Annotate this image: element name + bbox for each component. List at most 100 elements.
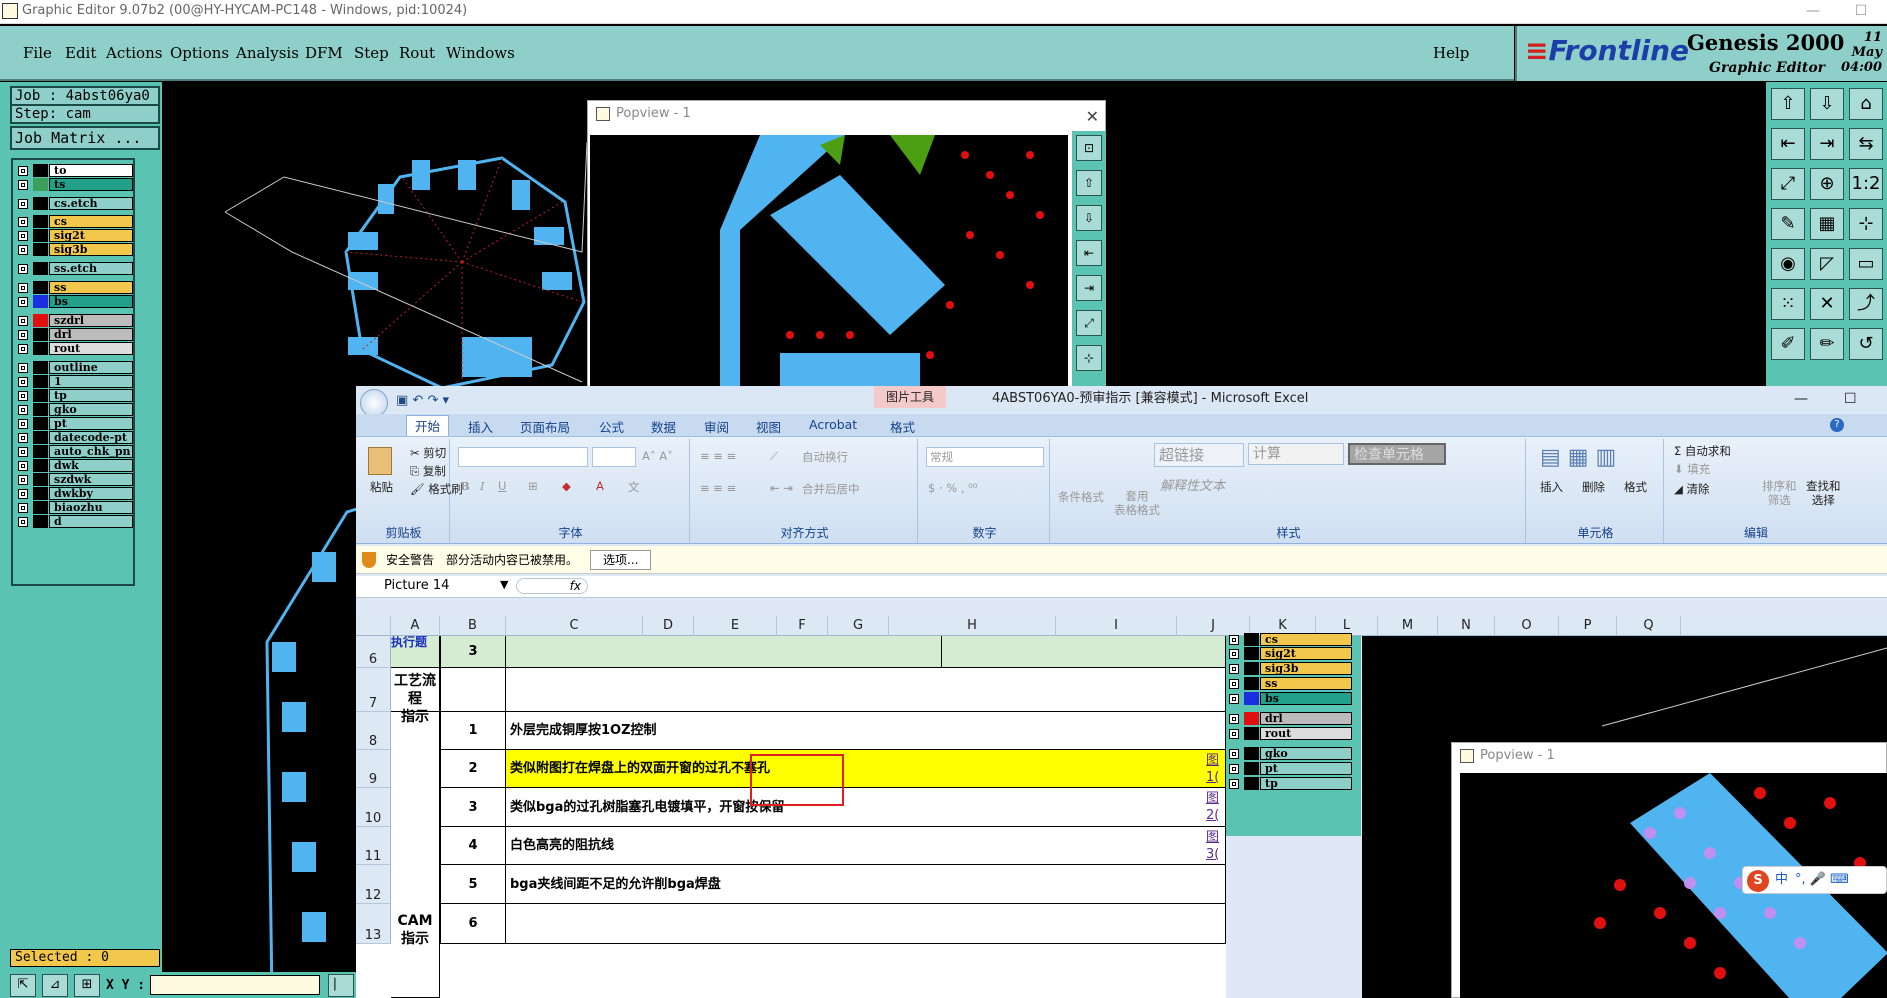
column-header[interactable]: N [1438,616,1495,636]
style-hyperlink[interactable]: 超链接 [1154,443,1244,467]
layer-checkbox[interactable] [1229,749,1239,759]
layer-checkbox[interactable] [18,419,28,429]
overlay-layer-row[interactable]: gko [1226,746,1352,761]
layer-name[interactable]: szdrl [49,314,133,327]
layer-name[interactable]: gko [1260,747,1352,760]
measure-icon[interactable]: ⊿ [42,974,68,997]
paste-button[interactable]: 粘贴 [370,479,393,495]
rotate-icon[interactable]: ↺ [1849,328,1883,360]
layer-row[interactable]: ss.etch [15,261,133,276]
layer-color-swatch[interactable] [1244,647,1259,660]
column-header[interactable]: G [828,616,889,636]
layer-name[interactable]: cs.etch [49,197,133,210]
popview-right-icon[interactable]: ⇥ [1076,275,1102,301]
layer-color-swatch[interactable] [33,262,48,275]
popview-left-icon[interactable]: ⇤ [1076,240,1102,266]
minimize-button[interactable]: — [1800,0,1826,22]
layer-name[interactable]: gko [49,403,133,416]
layer-checkbox[interactable] [1229,729,1239,739]
layer-name[interactable]: outline [49,361,133,374]
line-tool-icon[interactable]: ◸ [1810,248,1844,280]
merge-center-button[interactable]: 合并后居中 [802,481,860,497]
layer-checkbox[interactable] [18,283,28,293]
popview-canvas[interactable] [590,135,1068,395]
layer-color-swatch[interactable] [33,328,48,341]
function-button[interactable]: fx [516,578,588,594]
ime-toolbar[interactable]: S 中 °, 🎤 ⌨ [1742,866,1887,894]
layer-name[interactable]: sig2t [1260,647,1352,660]
layer-row[interactable]: auto_chk_pn [15,444,133,459]
tab-formulas[interactable]: 公式 [599,417,624,436]
popview-up-icon[interactable]: ⇧ [1076,170,1102,196]
zoom-icon[interactable]: ⊕ [1810,168,1844,200]
layer-row[interactable]: szdrl [15,313,133,328]
tab-data[interactable]: 数据 [651,417,676,436]
cell-a-partial[interactable]: 执行题 [391,636,440,668]
cell-b[interactable]: 3 [440,636,506,668]
layer-row[interactable]: ss [15,280,133,295]
layer-color-swatch[interactable] [33,295,48,308]
cell-b[interactable]: 2 [440,750,506,788]
node-icon[interactable]: ⁙ [1771,288,1805,320]
cut-button[interactable]: ✂ 剪切 [410,445,446,461]
layer-checkbox[interactable] [18,199,28,209]
layer-row[interactable]: outline [15,360,133,375]
ruler-icon[interactable]: ✎ [1771,208,1805,240]
row-header[interactable]: 6 [356,636,391,668]
menu-help[interactable]: Help [1433,44,1469,62]
tab-format[interactable]: 格式 [890,417,915,436]
layer-name[interactable]: pt [1260,762,1352,775]
menu-rout[interactable]: Rout [399,44,435,62]
layer-row[interactable]: to [15,163,133,178]
image-link[interactable]: 图 1( [1206,752,1226,786]
layer-color-swatch[interactable] [33,197,48,210]
border-icon[interactable]: ⊞ [528,479,538,493]
layer-color-swatch[interactable] [1244,692,1259,705]
overlay-layer-row[interactable]: cs [1226,632,1352,647]
layer-color-swatch[interactable] [33,361,48,374]
cell-process-label[interactable]: 工艺流程 指示 [391,668,440,725]
column-header[interactable]: D [643,616,694,636]
layer-color-swatch[interactable] [33,501,48,514]
layer-checkbox[interactable] [18,217,28,227]
column-header[interactable]: C [506,616,643,636]
cell-c[interactable] [506,904,1226,944]
fill-color-icon[interactable]: ◆ [562,479,571,493]
circle-tool-icon[interactable]: ◉ [1771,248,1805,280]
format-as-table-button[interactable]: 套用 表格格式 [1114,489,1160,517]
layer-name[interactable]: ts [49,178,133,191]
tab-page-layout[interactable]: 页面布局 [520,417,570,436]
layer-color-swatch[interactable] [33,445,48,458]
layer-color-swatch[interactable] [33,281,48,294]
layer-color-swatch[interactable] [33,431,48,444]
autosum-button[interactable]: Σ 自动求和 [1674,443,1731,459]
layer-color-swatch[interactable] [1244,712,1259,725]
image-link[interactable]: 图 3( [1206,829,1226,863]
download-icon[interactable]: ⇩ [1810,88,1844,120]
column-header[interactable]: F [777,616,828,636]
cell-c[interactable]: 类似附图打在焊盘上的双面开窗的过孔不塞孔 [506,750,1226,788]
popview-center-icon[interactable]: ⊹ [1076,345,1102,371]
quick-access-toolbar[interactable]: ▣ ↶ ↷ ▾ [396,388,449,414]
row-header[interactable]: 8 [356,712,391,750]
column-header[interactable]: B [440,616,506,636]
layer-name[interactable]: ss [49,281,133,294]
ime-mode[interactable]: 中 [1775,867,1788,893]
style-check-cell[interactable]: 检查单元格 [1348,443,1446,465]
align-left-icon[interactable]: ≡ ≡ ≡ [700,481,736,495]
image-link[interactable]: 图 2( [1206,790,1226,824]
layer-checkbox[interactable] [18,231,28,241]
layer-checkbox[interactable] [18,503,28,513]
layer-checkbox[interactable] [1229,664,1239,674]
layer-row[interactable]: tp [15,388,133,403]
layer-checkbox[interactable] [18,475,28,485]
layer-checkbox[interactable] [18,316,28,326]
layer-row[interactable]: sig2t [15,228,133,243]
layer-name[interactable]: to [49,164,133,177]
menu-actions[interactable]: Actions [106,44,162,62]
help-icon[interactable]: ? [1830,418,1844,432]
layer-row[interactable]: ts [15,177,133,192]
cell-b[interactable]: 3 [440,788,506,827]
layer-color-swatch[interactable] [1244,662,1259,675]
layer-checkbox[interactable] [1229,694,1239,704]
